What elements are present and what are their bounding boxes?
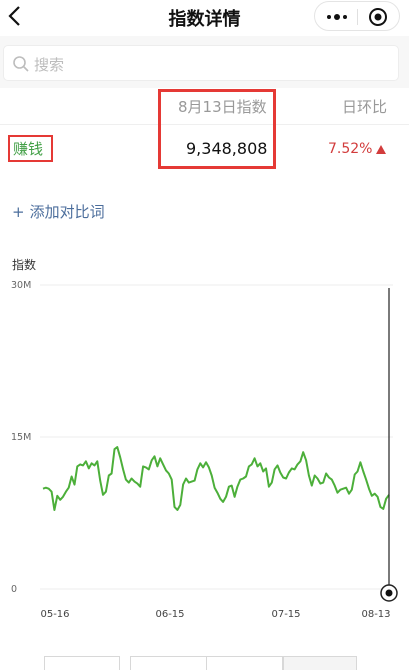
index-line-chart[interactable]: 30M 15M 0 05-16 06-15 07-15 08-13 — [0, 270, 409, 626]
value-highlight-box — [158, 89, 276, 169]
series-line — [42, 446, 390, 511]
mini-program-capsule — [314, 1, 400, 31]
ytick-15m: 15M — [11, 432, 31, 443]
add-compare-label: 添加对比词 — [29, 203, 105, 221]
ytick-30m: 30M — [11, 280, 31, 291]
triangle-up-icon — [376, 145, 386, 154]
xtick-07-15: 07-15 — [271, 609, 300, 620]
range-tab-4[interactable] — [283, 656, 357, 670]
xtick-05-16: 05-16 — [40, 609, 69, 620]
range-tab-2[interactable] — [130, 656, 207, 670]
add-compare-button[interactable]: + 添加对比词 — [12, 201, 105, 222]
target-close-icon[interactable] — [367, 6, 389, 28]
ytick-0: 0 — [11, 584, 17, 595]
search-input[interactable]: 搜索 — [3, 45, 399, 81]
cursor-marker-inner — [385, 589, 393, 597]
more-dots-icon[interactable] — [325, 7, 349, 27]
range-tab-1[interactable] — [44, 656, 120, 670]
nav-bar: 指数详情 — [0, 0, 409, 34]
range-tab-3[interactable] — [206, 656, 283, 670]
search-bar: 搜索 — [0, 36, 409, 88]
series-group — [42, 446, 390, 511]
search-icon — [13, 56, 29, 72]
search-placeholder: 搜索 — [34, 56, 65, 74]
capsule-divider — [357, 9, 358, 25]
xtick-06-15: 06-15 — [155, 609, 184, 620]
change-column-header: 日环比 — [342, 98, 388, 116]
change-value: 7.52% — [328, 141, 373, 157]
keyword-label: 赚钱 — [13, 140, 44, 158]
plus-icon: + — [12, 203, 25, 221]
xtick-08-13: 08-13 — [361, 609, 390, 620]
